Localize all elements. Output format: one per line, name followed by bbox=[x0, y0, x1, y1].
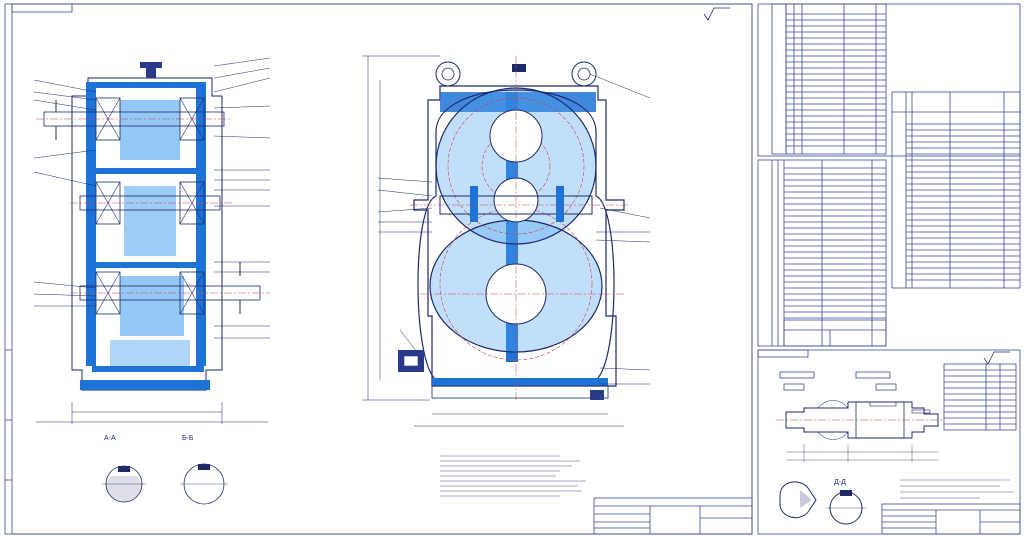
shaft-section-aa bbox=[102, 465, 146, 503]
spec-rows-2 bbox=[906, 123, 1020, 281]
shaft-section-bb bbox=[180, 463, 228, 505]
shaft-notes bbox=[900, 479, 1014, 499]
section-bb-label: Б-Б bbox=[182, 435, 194, 442]
detail-view-vg bbox=[779, 481, 817, 519]
shaft-detail-sheet: Д-Д bbox=[757, 349, 1021, 535]
technical-notes bbox=[440, 455, 586, 497]
spec-sheet-3 bbox=[757, 159, 887, 347]
front-view bbox=[362, 55, 651, 427]
section-view-aa bbox=[33, 57, 271, 424]
roughness-mark bbox=[703, 7, 730, 21]
spec-rows-3 bbox=[784, 167, 886, 319]
spec-rows-1 bbox=[786, 19, 886, 147]
main-sheet: А-А Б-Б bbox=[4, 3, 753, 535]
title-block-shaft bbox=[881, 503, 1021, 535]
spec-sheet-2 bbox=[891, 91, 1021, 289]
gear-params-table bbox=[943, 363, 1017, 431]
title-block-main bbox=[593, 497, 753, 535]
detail-dd-label: Д-Д bbox=[834, 479, 846, 486]
drawing-sheet: А-А Б-Б Д-Д bbox=[4, 3, 1021, 535]
detail-view-dd: Д-Д bbox=[826, 479, 866, 525]
shaft-drawing bbox=[776, 371, 944, 462]
spec-sheet-1 bbox=[757, 3, 1021, 157]
section-aa-label: А-А bbox=[104, 435, 116, 442]
